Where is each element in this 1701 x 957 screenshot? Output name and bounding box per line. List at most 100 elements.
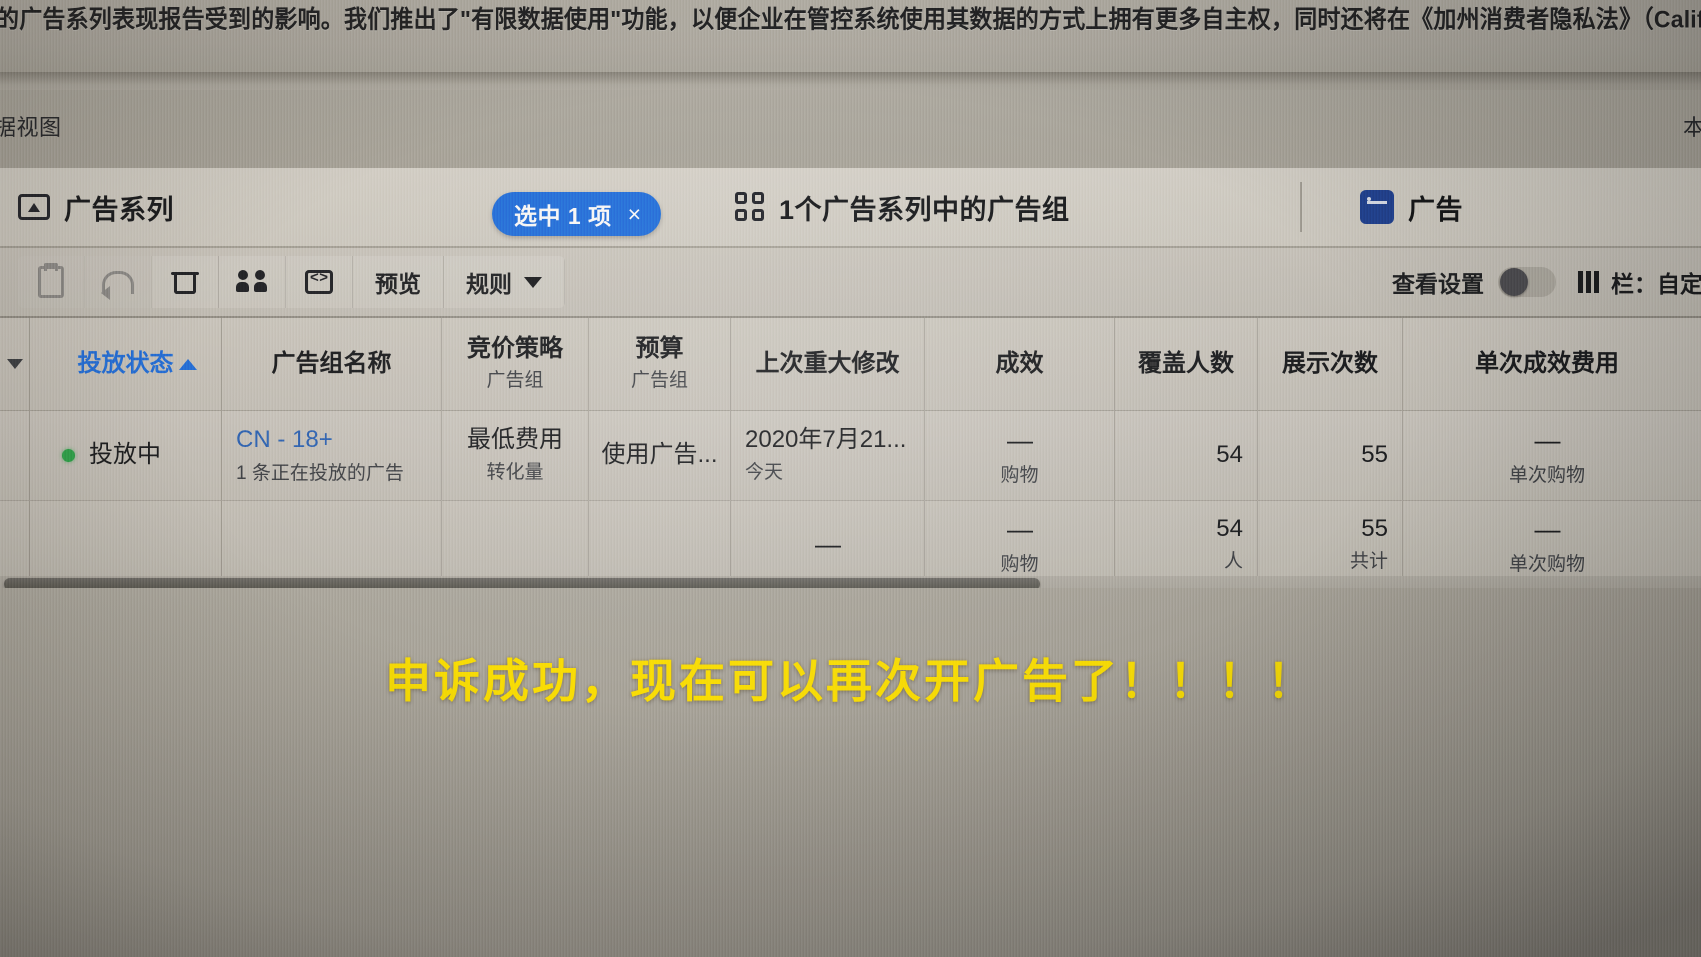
export-button[interactable]	[286, 256, 353, 308]
summary-bid-cell	[442, 501, 589, 588]
view-settings-toggle[interactable]	[1498, 267, 1556, 297]
header-cost-per-result[interactable]: 单次成效费用	[1403, 318, 1691, 410]
toggle-knob	[1500, 268, 1528, 296]
header-bid[interactable]: 竞价策略 广告组	[442, 318, 589, 410]
row-bid-value: 最低费用	[467, 425, 563, 453]
row-results-sub: 购物	[1000, 464, 1039, 486]
trash-icon	[171, 270, 199, 294]
ad-card-icon	[1360, 190, 1394, 224]
summary-cost-per-result-value: —	[1534, 513, 1561, 544]
close-icon[interactable]: ×	[628, 202, 641, 226]
summary-results-cell: — 购物	[925, 501, 1115, 588]
tab-divider	[1300, 182, 1302, 232]
header-last-modified-label: 上次重大修改	[755, 349, 900, 377]
export-icon	[305, 269, 333, 294]
header-name[interactable]: 广告组名称	[222, 318, 442, 410]
summary-cost-per-result-cell: — 单次购物	[1403, 501, 1691, 588]
summary-budget-cell	[589, 501, 731, 588]
rules-button[interactable]: 规则	[444, 256, 565, 308]
policy-notice-text: 的广告系列表现报告受到的影响。我们推出了"有限数据使用"功能，以便企业在管控系统…	[0, 5, 1701, 33]
tab-campaigns[interactable]: 广告系列	[18, 184, 174, 230]
row-cost-per-result-sub: 单次购物	[1508, 464, 1585, 486]
row-cost-per-result-value: —	[1534, 424, 1561, 455]
chevron-down-icon	[6, 359, 23, 369]
header-cost-per-result-label: 单次成效费用	[1475, 349, 1619, 377]
row-budget-cell: 使用广告...	[589, 411, 731, 500]
action-toolbar: 预览 规则 查看设置 栏：自定	[0, 248, 1701, 317]
desktop-background	[0, 588, 1701, 957]
rules-label: 规则	[466, 271, 512, 297]
summary-status-cell	[30, 501, 222, 588]
summary-results-sub: 购物	[1000, 553, 1039, 575]
sort-ascending-icon	[179, 359, 197, 370]
audience-button[interactable]	[219, 256, 286, 308]
row-budget-value: 使用广告...	[601, 441, 718, 469]
status-dot-icon	[62, 449, 75, 462]
row-last-modified-value: 2020年7月21...	[745, 425, 907, 453]
summary-cost-per-result-sub: 单次购物	[1508, 553, 1585, 575]
table-row[interactable]: 投放中 CN - 18+ 1 条正在投放的广告 最低费用 转化量 使用广告...…	[0, 411, 1701, 501]
row-name-cell: CN - 18+ 1 条正在投放的广告	[222, 411, 442, 500]
row-reach-cell: 54	[1115, 411, 1258, 500]
summary-last-modified-value: —	[815, 529, 841, 559]
header-reach-label: 覆盖人数	[1138, 349, 1234, 377]
tab-campaigns-label: 广告系列	[64, 194, 174, 225]
object-tabstrip: 广告系列 1个广告系列中的广告组 广告	[0, 168, 1701, 248]
tab-adsets-label: 1个广告系列中的广告组	[779, 194, 1070, 225]
ads-manager-panel: 广告系列 1个广告系列中的广告组 广告 < > 预览 规则 查看设置 栏：自定 …	[0, 168, 1701, 592]
data-view-label: 据视图	[0, 115, 62, 140]
view-settings-label: 查看设置	[1392, 271, 1484, 297]
tab-ads[interactable]: 广告	[1360, 184, 1463, 230]
tab-adsets[interactable]: 1个广告系列中的广告组	[735, 184, 1070, 230]
page-chrome-strip	[0, 90, 1701, 168]
right-chrome-label: 本	[1682, 115, 1701, 140]
summary-last-modified-cell: —	[731, 501, 925, 588]
header-bid-sub: 广告组	[486, 370, 544, 392]
folder-icon	[18, 194, 50, 220]
header-results[interactable]: 成效	[925, 318, 1115, 410]
row-checkbox[interactable]	[0, 411, 30, 500]
header-reach[interactable]: 覆盖人数	[1115, 318, 1258, 410]
duplicate-icon	[38, 263, 64, 298]
tab-ads-label: 广告	[1408, 194, 1463, 225]
summary-reach-value: 54	[1216, 514, 1243, 542]
columns-icon	[1578, 271, 1599, 293]
summary-name-cell	[222, 501, 442, 588]
header-impressions-label: 展示次数	[1282, 349, 1378, 377]
header-status[interactable]: 投放状态	[30, 318, 222, 410]
overlay-caption: 申诉成功，现在可以再次开广告了！！！！	[385, 655, 1316, 707]
duplicate-button[interactable]	[18, 256, 85, 308]
status-badge: 投放中	[44, 441, 207, 469]
screenshot-stage: 的广告系列表现报告受到的影响。我们推出了"有限数据使用"功能，以便企业在管控系统…	[0, 0, 1701, 957]
row-name-sub: 1 条正在投放的广告	[236, 463, 404, 484]
columns-label: 栏：自定	[1611, 271, 1701, 297]
toolbar-right-group: 查看设置 栏：自定	[1392, 258, 1701, 306]
header-impressions[interactable]: 展示次数	[1258, 318, 1403, 410]
chevron-down-icon	[524, 276, 542, 288]
row-last-modified-cell: 2020年7月21... 今天	[731, 411, 925, 500]
header-last-modified[interactable]: 上次重大修改	[731, 318, 925, 410]
header-results-label: 成效	[995, 349, 1044, 377]
row-results-cell: — 购物	[925, 411, 1115, 500]
summary-spacer-check	[0, 501, 30, 588]
undo-icon	[101, 270, 134, 300]
delete-button[interactable]	[152, 256, 219, 308]
header-budget[interactable]: 预算 广告组	[589, 318, 731, 410]
row-last-modified-sub: 今天	[745, 462, 784, 484]
header-budget-label: 预算	[635, 334, 684, 362]
row-reach-value: 54	[1216, 441, 1243, 469]
row-name-link[interactable]: CN - 18+	[236, 426, 427, 454]
view-settings-control[interactable]: 查看设置	[1392, 265, 1556, 299]
row-impressions-value: 55	[1361, 441, 1388, 469]
summary-results-value: —	[1007, 513, 1033, 544]
header-status-label: 投放状态	[77, 349, 174, 377]
preview-label: 预览	[375, 271, 421, 297]
columns-button[interactable]: 栏：自定	[1578, 265, 1701, 299]
selection-count-pill[interactable]: 选中 1 项 ×	[492, 192, 662, 236]
summary-reach-cell: 54 人	[1115, 501, 1258, 588]
row-results-value: —	[1007, 424, 1033, 455]
header-select-all[interactable]	[0, 318, 30, 410]
preview-button[interactable]: 预览	[353, 256, 444, 308]
undo-button[interactable]	[85, 256, 152, 308]
banner-shadow	[0, 72, 1701, 90]
